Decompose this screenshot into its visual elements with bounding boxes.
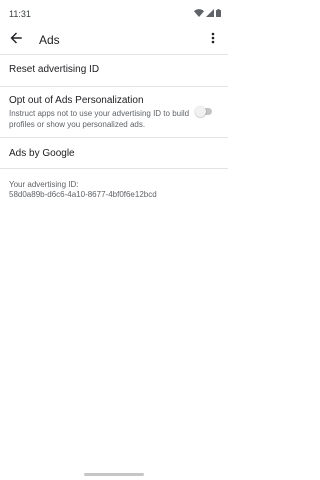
opt-out-toggle[interactable] — [195, 106, 213, 118]
toggle-thumb — [195, 106, 206, 117]
page-title: Ads — [39, 33, 60, 47]
app-bar: Ads — [0, 26, 228, 54]
ads-by-google-label: Ads by Google — [9, 148, 75, 159]
advertising-id-label: Your advertising ID: — [9, 180, 79, 189]
status-bar: 11:31 — [0, 0, 228, 26]
back-button[interactable] — [6, 30, 26, 50]
more-vert-icon — [211, 31, 215, 49]
more-options-button[interactable] — [203, 30, 223, 50]
back-arrow-icon — [10, 31, 22, 49]
opt-out-summary: Instruct apps not to use your advertisin… — [9, 109, 190, 129]
ads-by-google-item[interactable]: Ads by Google — [0, 138, 228, 168]
advertising-id-value: 58d0a89b-d6c6-4a10-8677-4bf0f6e12bcd — [9, 190, 157, 199]
opt-out-personalization-item[interactable]: Opt out of Ads Personalization Instruct … — [0, 87, 228, 137]
reset-advertising-id-label: Reset advertising ID — [9, 64, 100, 75]
wifi-icon — [194, 9, 204, 17]
status-icons — [194, 9, 221, 17]
signal-icon — [206, 9, 214, 17]
divider — [0, 168, 228, 169]
battery-icon — [216, 9, 221, 17]
reset-advertising-id-item[interactable]: Reset advertising ID — [0, 55, 228, 85]
gesture-nav-handle[interactable] — [84, 473, 144, 476]
opt-out-title: Opt out of Ads Personalization — [9, 95, 144, 106]
status-time: 11:31 — [9, 9, 31, 19]
